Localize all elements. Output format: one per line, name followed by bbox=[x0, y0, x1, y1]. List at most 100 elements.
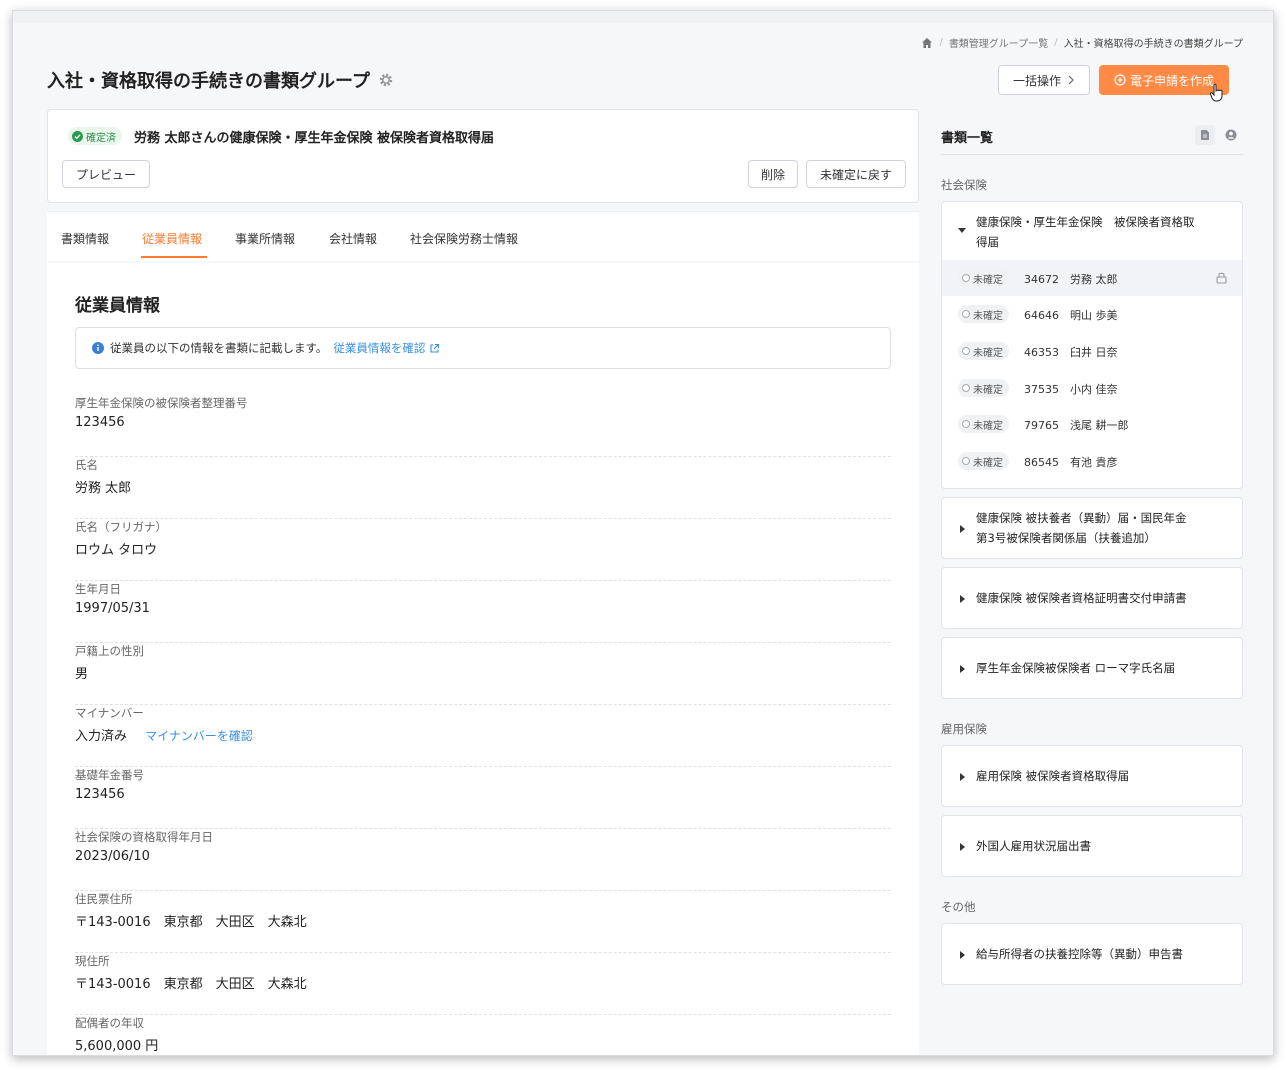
document-group[interactable]: 健康保険 被扶養者（異動）届・国民年金 第3号被保険者関係届（扶養追加） bbox=[941, 497, 1243, 559]
document-group-title: 雇用保険 被保険者資格取得届 bbox=[976, 769, 1130, 783]
badge-label: 未確定 bbox=[973, 274, 1003, 286]
sidebar-title: 書類一覧 bbox=[941, 131, 994, 146]
person-view-button[interactable] bbox=[1221, 125, 1241, 145]
document-group-title: 給与所得者の扶養控除等（異動）申告書 bbox=[976, 947, 1183, 961]
breadcrumb-item-group-list[interactable]: 書類管理グループ一覧 bbox=[949, 35, 1048, 50]
employee-row[interactable]: 未確定 37535 小内 佳奈 bbox=[942, 370, 1242, 406]
employee-row[interactable]: 未確定 86545 有池 貴彦 bbox=[942, 443, 1242, 479]
employee-text: 64646 明山 歩美 bbox=[1024, 309, 1118, 322]
delete-button[interactable]: 削除 bbox=[748, 160, 798, 188]
field-value-row: 入力済み マイナンバーを確認 bbox=[75, 725, 253, 744]
employee-text: 86545 有池 貴彦 bbox=[1024, 456, 1118, 469]
document-group[interactable]: 厚生年金保険被保険者 ローマ字氏名届 bbox=[941, 637, 1243, 699]
title-line: 健康保険・厚生年金保険 被保険者資格取 bbox=[976, 215, 1195, 229]
preview-button[interactable]: プレビュー bbox=[62, 160, 150, 188]
triangle-right-icon bbox=[960, 595, 965, 603]
tab-company-info[interactable]: 会社情報 bbox=[329, 230, 377, 247]
field-value: 5,600,000 円 bbox=[75, 1039, 159, 1054]
badge-label: 未確定 bbox=[973, 457, 1003, 469]
document-header-card: 確定済 労務 太郎さんの健康保険・厚生年金保険 被保険者資格取得届 プレビュー … bbox=[47, 109, 919, 203]
home-icon[interactable] bbox=[921, 37, 933, 49]
employee-text: 34672 労務 太郎 bbox=[1024, 273, 1118, 286]
document-group-title[interactable]: 健康保険・厚生年金保険 被保険者資格取 得届 bbox=[976, 212, 1195, 252]
person-icon bbox=[1225, 129, 1237, 141]
employee-row[interactable]: 未確定 34672 労務 太郎 bbox=[942, 260, 1242, 296]
document-group-expanded: 健康保険・厚生年金保険 被保険者資格取 得届 未確定 34672 労務 太郎 未… bbox=[941, 201, 1243, 489]
check-employee-info-link[interactable]: 従業員情報を確認 bbox=[333, 340, 440, 356]
field-current-address: 現住所 〒143-0016 東京都 大田区 大森北 bbox=[75, 953, 891, 1015]
employee-row[interactable]: 未確定 64646 明山 歩美 bbox=[942, 296, 1242, 332]
category-social-insurance: 社会保険 bbox=[941, 178, 987, 192]
status-dot-icon bbox=[962, 457, 970, 465]
field-name-kana: 氏名（フリガナ） ロウム タロウ bbox=[75, 519, 891, 581]
field-gender: 戸籍上の性別 男 bbox=[75, 643, 891, 705]
app-window: / 書類管理グループ一覧 / 入社・資格取得の手続きの書類グループ 入社・資格取… bbox=[12, 10, 1274, 1056]
document-view-button[interactable] bbox=[1195, 125, 1215, 145]
tab-labor-consultant-info[interactable]: 社会保険労務士情報 bbox=[410, 230, 518, 247]
page-title: 入社・資格取得の手続きの書類グループ bbox=[47, 71, 370, 92]
unconfirmed-badge: 未確定 bbox=[958, 452, 1009, 470]
breadcrumb-item-current: 入社・資格取得の手続きの書類グループ bbox=[1063, 39, 1243, 50]
document-group-title: 健康保険 被保険者資格証明書交付申請書 bbox=[976, 591, 1187, 605]
field-label: 社会保険の資格取得年月日 bbox=[75, 830, 213, 844]
field-label: 厚生年金保険の被保険者整理番号 bbox=[75, 396, 248, 410]
tab-document-info[interactable]: 書類情報 bbox=[61, 230, 109, 247]
tab-employee-info[interactable]: 従業員情報 bbox=[142, 230, 202, 247]
document-group-title: 厚生年金保険被保険者 ローマ字氏名届 bbox=[976, 661, 1176, 675]
field-label: 基礎年金番号 bbox=[75, 768, 144, 782]
triangle-right-icon bbox=[960, 525, 965, 533]
badge-label: 未確定 bbox=[973, 347, 1003, 359]
field-label: 戸籍上の性別 bbox=[75, 644, 144, 658]
document-group-title: 外国人雇用状況届出書 bbox=[976, 839, 1091, 853]
revert-to-unconfirmed-button[interactable]: 未確定に戻す bbox=[806, 160, 906, 188]
document-group-title: 健康保険 被扶養者（異動）届・国民年金 第3号被保険者関係届（扶養追加） bbox=[976, 508, 1187, 548]
status-dot-icon bbox=[962, 310, 970, 318]
employee-row[interactable]: 未確定 46353 臼井 日奈 bbox=[942, 333, 1242, 369]
document-icon bbox=[1201, 130, 1209, 140]
title-line: 得届 bbox=[976, 235, 999, 249]
info-text: 従業員の以下の情報を書類に記載します。 bbox=[110, 341, 328, 355]
title-line: 健康保険 被扶養者（異動）届・国民年金 bbox=[976, 511, 1187, 525]
employee-row[interactable]: 未確定 79765 浅尾 耕一郎 bbox=[942, 406, 1242, 442]
check-my-number-link[interactable]: マイナンバーを確認 bbox=[145, 729, 253, 743]
gear-icon[interactable] bbox=[378, 72, 394, 88]
field-label: 現住所 bbox=[75, 954, 110, 968]
title-line: 第3号被保険者関係届（扶養追加） bbox=[976, 531, 1156, 545]
triangle-right-icon bbox=[960, 951, 965, 959]
field-value: 労務 太郎 bbox=[75, 481, 132, 496]
triangle-down-icon[interactable] bbox=[958, 226, 966, 234]
unconfirmed-badge: 未確定 bbox=[958, 415, 1009, 433]
document-group[interactable]: 雇用保険 被保険者資格取得届 bbox=[941, 745, 1243, 807]
field-label: 住民票住所 bbox=[75, 892, 133, 906]
unconfirmed-badge: 未確定 bbox=[958, 269, 1009, 287]
field-my-number: マイナンバー 入力済み マイナンバーを確認 bbox=[75, 705, 891, 767]
field-birthdate: 生年月日 1997/05/31 bbox=[75, 581, 891, 643]
active-tab-indicator bbox=[141, 256, 207, 258]
employee-text: 46353 臼井 日奈 bbox=[1024, 346, 1118, 359]
check-circle-icon bbox=[72, 130, 83, 142]
field-value: ロウム タロウ bbox=[75, 543, 158, 558]
status-dot-icon bbox=[962, 420, 970, 428]
bulk-action-button[interactable]: 一括操作 bbox=[998, 65, 1090, 95]
document-group[interactable]: 給与所得者の扶養控除等（異動）申告書 bbox=[941, 923, 1243, 985]
plus-circle-icon bbox=[1114, 74, 1126, 86]
badge-label: 未確定 bbox=[973, 420, 1003, 432]
breadcrumb-separator: / bbox=[939, 37, 943, 48]
triangle-right-icon bbox=[960, 773, 965, 781]
field-name: 氏名 労務 太郎 bbox=[75, 457, 891, 519]
tab-office-info[interactable]: 事業所情報 bbox=[235, 230, 295, 247]
create-e-application-label: 電子申請を作成 bbox=[1129, 73, 1214, 88]
field-label: 氏名 bbox=[75, 458, 98, 472]
field-label: 生年月日 bbox=[75, 582, 121, 596]
document-group[interactable]: 外国人雇用状況届出書 bbox=[941, 815, 1243, 877]
field-acquisition-date: 社会保険の資格取得年月日 2023/06/10 bbox=[75, 829, 891, 891]
document-group[interactable]: 健康保険 被保険者資格証明書交付申請書 bbox=[941, 567, 1243, 629]
field-value: 〒143-0016 東京都 大田区 大森北 bbox=[75, 977, 307, 992]
window-top-strip bbox=[13, 11, 1273, 23]
chevron-right-icon bbox=[1068, 75, 1074, 85]
status-dot-icon bbox=[962, 347, 970, 355]
lock-icon bbox=[1216, 272, 1227, 284]
field-basic-pension-number: 基礎年金番号 123456 bbox=[75, 767, 891, 829]
badge-label: 未確定 bbox=[973, 384, 1003, 396]
category-other: その他 bbox=[941, 900, 976, 914]
